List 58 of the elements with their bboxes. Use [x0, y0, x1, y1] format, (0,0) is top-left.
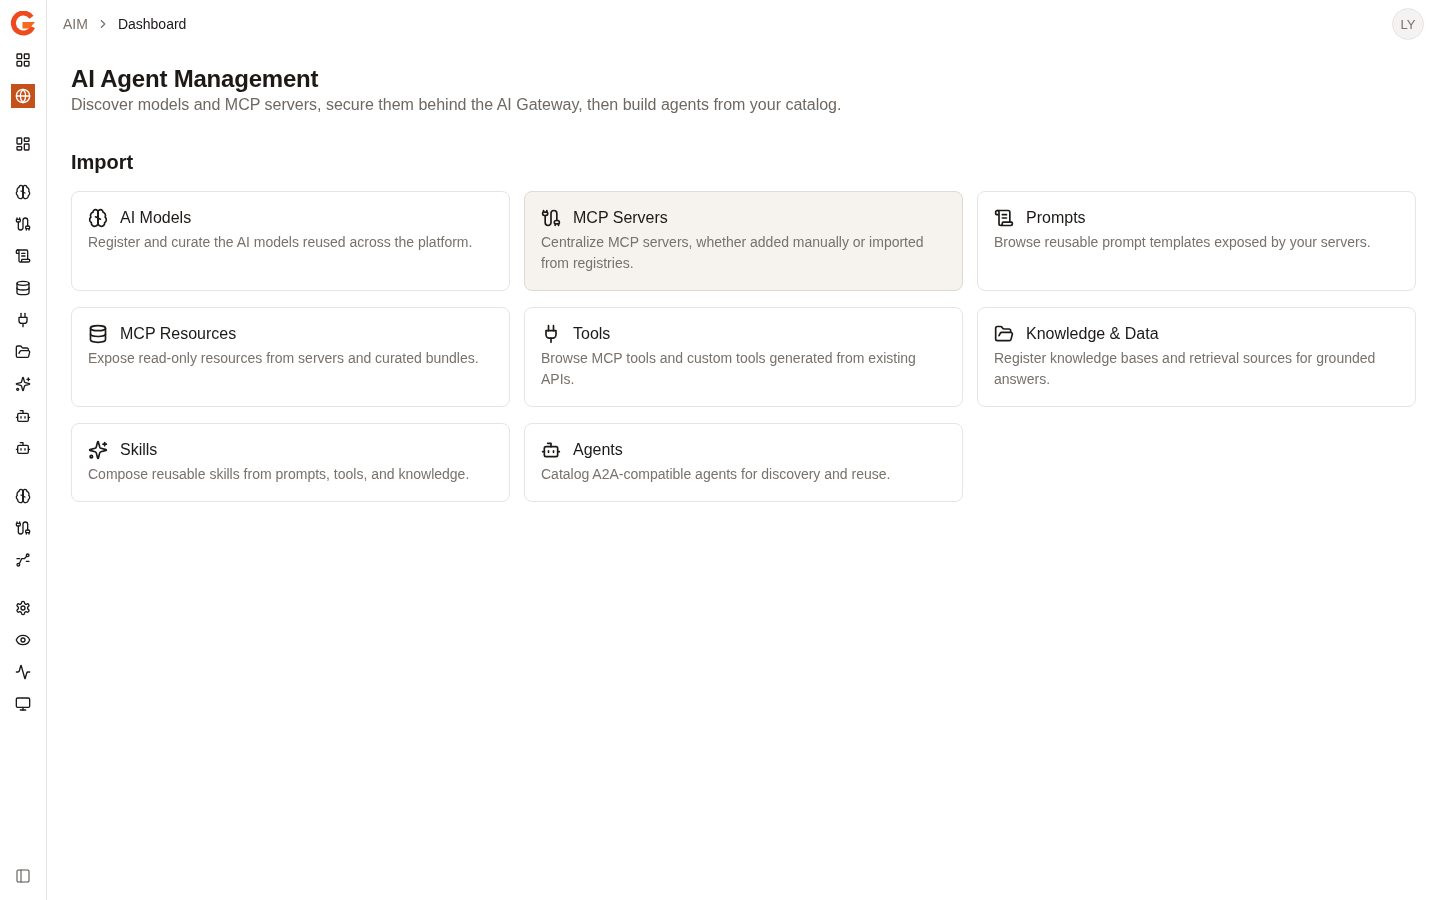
panel-icon [15, 868, 31, 884]
card-title: Agents [573, 440, 623, 460]
globe-icon [15, 88, 31, 104]
breadcrumb-current: Dashboard [117, 16, 187, 32]
cable-icon [15, 216, 31, 232]
plug-icon [15, 312, 31, 328]
brain-icon [15, 184, 31, 200]
folder-icon [15, 344, 31, 360]
card-title: Prompts [1026, 208, 1086, 228]
page-subtitle: Discover models and MCP servers, secure them behind the AI Gateway, then build agents from your catalog. [71, 95, 843, 115]
eye-icon [15, 632, 31, 648]
scroll-icon [994, 208, 1014, 228]
cable-icon [541, 208, 561, 228]
card-title: MCP Resources [120, 324, 237, 344]
catalog-card[interactable]: Knowledge & Data Register knowledge bases and retrieval sources for grounded answers. [977, 307, 1416, 407]
card-description: Catalog A2A-compatible agents for discovery and reuse. [541, 465, 892, 484]
catalog-card[interactable]: Agents Catalog A2A-compatible agents for discovery and reuse. [524, 423, 963, 502]
card-description: Browse MCP tools and custom tools generated from existing APIs. [541, 349, 917, 389]
database-icon [88, 324, 108, 344]
catalog-card[interactable]: MCP Servers Centralize MCP servers, whether added manually or imported from registries. [524, 191, 963, 291]
catalog-card[interactable]: Prompts Browse reusable prompt templates exposed by your servers. [977, 191, 1416, 291]
sparkles-icon [88, 440, 108, 460]
card-description: Browse reusable prompt templates exposed by your servers. [994, 233, 1372, 252]
robot-icon [15, 408, 31, 424]
scroll-icon [15, 248, 31, 264]
monitor-icon [15, 696, 31, 712]
grid-icon [15, 52, 31, 68]
dashboard-icon [15, 136, 31, 152]
page-title: AI Agent Management [71, 64, 320, 94]
folder-icon [994, 324, 1014, 344]
sparkles-icon [15, 376, 31, 392]
pulse-icon [15, 664, 31, 680]
card-title: AI Models [120, 208, 192, 228]
brain-icon [88, 208, 108, 228]
robot-icon [15, 440, 31, 456]
card-title: Skills [120, 440, 158, 460]
brain-icon [15, 488, 31, 504]
settings-icon [15, 600, 31, 616]
card-description: Expose read-only resources from servers and curated bundles. [88, 349, 480, 368]
card-title: Knowledge & Data [1026, 324, 1159, 344]
card-title: MCP Servers [573, 208, 668, 228]
user-avatar[interactable]: LY [1392, 8, 1424, 40]
section-title: Import [71, 150, 135, 175]
catalog-card[interactable]: AI Models Register and curate the AI models reused across the platform. [71, 191, 510, 291]
catalog-card[interactable]: Skills Compose reusable skills from prompts, tools, and knowledge. [71, 423, 510, 502]
nodes-icon [15, 552, 31, 568]
cable-icon [15, 520, 31, 536]
catalog-card[interactable]: Tools Browse MCP tools and custom tools generated from existing APIs. [524, 307, 963, 407]
card-description: Centralize MCP servers, whether added manually or imported from registries. [541, 233, 925, 273]
card-description: Register knowledge bases and retrieval sources for grounded answers. [994, 349, 1377, 389]
breadcrumb-link[interactable]: AIM [63, 16, 88, 32]
card-title: Tools [573, 324, 611, 344]
database-icon [15, 280, 31, 296]
catalog-card[interactable]: MCP Resources Expose read-only resources from servers and curated bundles. [71, 307, 510, 407]
robot-icon [541, 440, 561, 460]
card-description: Register and curate the AI models reused across the platform. [88, 233, 474, 252]
logo-icon[interactable] [10, 11, 36, 37]
card-description: Compose reusable skills from prompts, tools, and knowledge. [88, 465, 471, 484]
